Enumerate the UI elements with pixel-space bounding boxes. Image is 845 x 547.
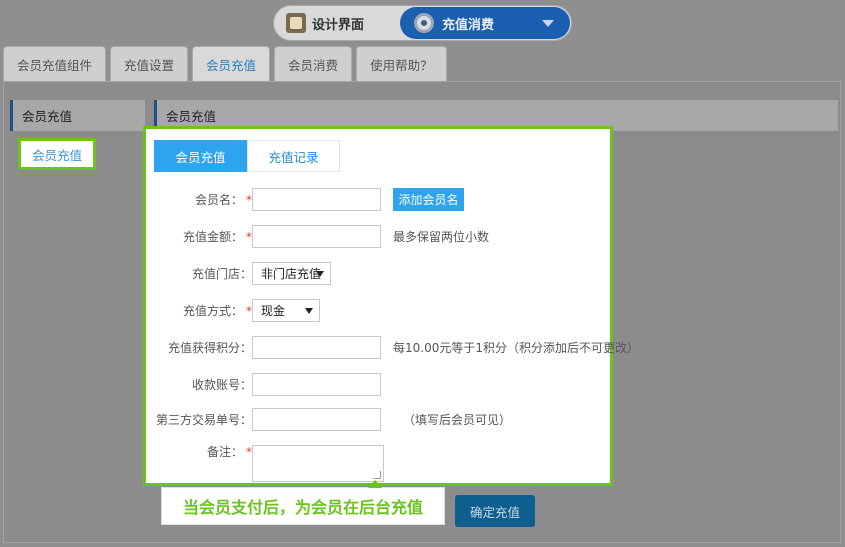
third-party-row: 第三方交易单号： （填写后会员可见） [146, 408, 610, 432]
store-label: 充值门店： [191, 267, 252, 281]
design-icon [286, 13, 306, 33]
member-name-label: 会员名： * [194, 193, 252, 207]
dropdown-arrow-icon [305, 308, 313, 314]
member-name-input[interactable] [252, 188, 381, 211]
mode-switcher: 设计界面 充值消费 [273, 5, 572, 41]
dropdown-arrow-icon [316, 271, 324, 277]
chevron-down-icon[interactable] [542, 20, 554, 27]
tab-recharge-widget[interactable]: 会员充值组件 [3, 46, 107, 81]
sidebar-header: 会员充值 [10, 100, 145, 131]
main-tabs: 会员充值组件 充值设置 会员充值 会员消费 使用帮助？ [0, 46, 447, 82]
member-name-row: 会员名： * 添加会员名 [146, 188, 610, 212]
store-select[interactable]: 非门店充值 [252, 262, 331, 285]
recharge-form-panel: 会员充值 充值记录 会员名： * 添加会员名 充值金额： * 最多保留两位小数 充值… [143, 126, 639, 486]
method-label: 充值方式： * [182, 304, 252, 318]
tab-member-consume[interactable]: 会员消费 [274, 46, 353, 81]
gear-icon [414, 13, 434, 33]
recharge-mode-label: 充值消费 [442, 17, 495, 33]
amount-input[interactable] [252, 225, 381, 248]
amount-hint: 最多保留两位小数 [393, 230, 490, 244]
tab-recharge-records[interactable]: 充值记录 [247, 140, 340, 172]
method-select[interactable]: 现金 [252, 299, 320, 322]
sidebar-item-member-recharge[interactable]: 会员充值 [18, 138, 96, 170]
add-member-button[interactable]: 添加会员名 [393, 188, 464, 211]
points-hint: 每10.00元等于1积分（积分添加后不可更改） [393, 341, 639, 355]
method-row: 充值方式： * 现金 [146, 299, 610, 323]
remark-row: 备注： * [146, 445, 610, 482]
account-input[interactable] [252, 373, 381, 396]
remark-textarea[interactable] [252, 445, 384, 482]
tab-recharge-settings[interactable]: 充值设置 [110, 46, 189, 81]
tab-recharge[interactable]: 会员充值 [154, 140, 247, 172]
account-row: 收款账号： [146, 373, 610, 397]
amount-label: 充值金额： * [182, 230, 252, 244]
points-row: 充值获得积分： 每10.00元等于1积分（积分添加后不可更改） [146, 336, 639, 360]
third-party-input[interactable] [252, 408, 381, 431]
remark-label: 备注： * [206, 445, 252, 459]
design-mode-label: 设计界面 [312, 17, 365, 33]
design-mode-toggle[interactable]: 设计界面 [286, 6, 364, 40]
tab-help[interactable]: 使用帮助？ [356, 46, 447, 81]
callout-note: 当会员支付后，为会员在后台充值 [161, 480, 445, 525]
amount-row: 充值金额： * 最多保留两位小数 [146, 225, 610, 249]
confirm-recharge-button[interactable]: 确定充值 [455, 495, 535, 527]
panel-tabs: 会员充值 充值记录 [154, 140, 340, 172]
account-label: 收款账号： [191, 378, 252, 392]
recharge-mode-toggle[interactable]: 充值消费 [400, 7, 570, 39]
points-input[interactable] [252, 336, 381, 359]
third-party-label: 第三方交易单号： [155, 413, 252, 427]
store-row: 充值门店： 非门店充值 [146, 262, 610, 286]
points-label: 充值获得积分： [167, 341, 252, 355]
third-party-hint: （填写后会员可见） [403, 413, 512, 427]
tab-member-recharge[interactable]: 会员充值 [192, 46, 271, 81]
